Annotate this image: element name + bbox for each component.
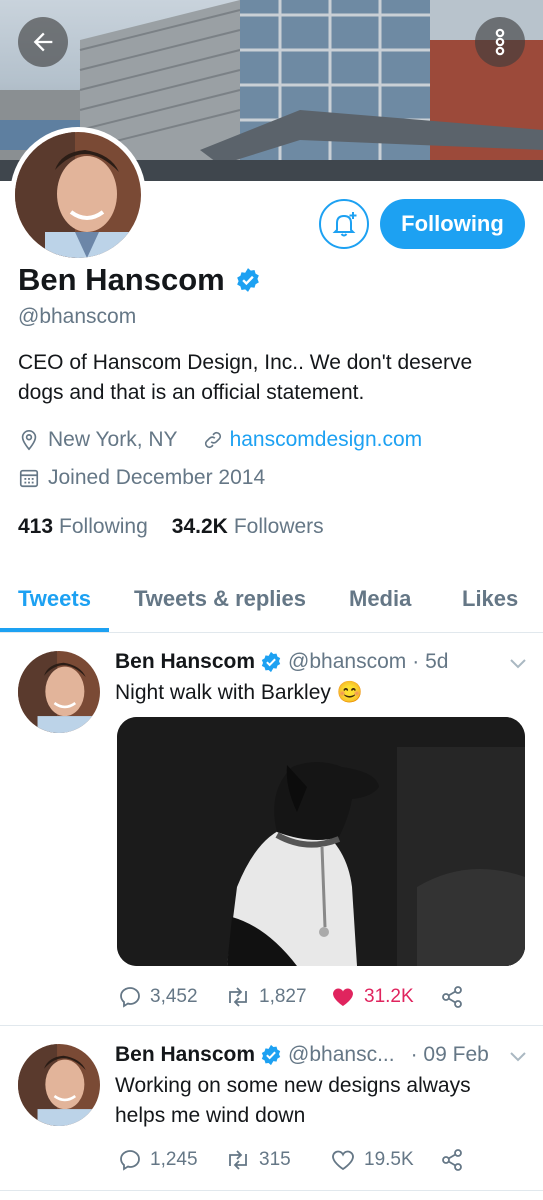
profile-meta-location-row: New York, NY hanscomdesign.com — [18, 428, 422, 452]
tab-tweets[interactable]: Tweets — [18, 586, 91, 612]
profile-name-row: Ben Hanscom — [18, 262, 261, 298]
tweet-text: Night walk with Barkley 😊 — [115, 681, 363, 704]
chevron-down-icon[interactable] — [508, 655, 528, 671]
tweet-timestamp: · 5d — [412, 650, 449, 673]
reply-icon — [120, 987, 140, 1008]
retweet-count: 1,827 — [259, 986, 307, 1007]
profile-name: Ben Hanscom — [18, 262, 225, 297]
avatar-photo — [15, 132, 141, 258]
tweet-divider — [0, 1190, 543, 1191]
reply-button[interactable]: 3,452 — [118, 985, 225, 1009]
more-options-button[interactable] — [475, 17, 525, 67]
tweet-author-avatar[interactable] — [18, 1044, 100, 1126]
tweet-actions: 1,245 315 19.5K — [118, 1148, 464, 1172]
active-tab-indicator — [0, 628, 109, 632]
profile-website-link[interactable]: hanscomdesign.com — [230, 428, 423, 452]
retweet-count: 315 — [259, 1149, 291, 1170]
tab-media[interactable]: Media — [349, 586, 411, 612]
verified-badge-icon — [236, 268, 259, 292]
share-icon[interactable] — [440, 1148, 464, 1172]
calendar-icon — [19, 469, 39, 488]
tweet-header: Ben Hanscom @bhansc... · 09 Feb — [115, 1043, 489, 1067]
following-count-link[interactable]: 413 Following — [18, 515, 148, 539]
retweet-icon — [229, 987, 247, 1007]
more-vertical-icon — [495, 28, 505, 56]
tab-tweets-replies[interactable]: Tweets & replies — [134, 586, 306, 612]
heart-icon — [332, 1150, 354, 1171]
profile-avatar[interactable] — [10, 127, 146, 263]
heart-filled-icon — [332, 988, 354, 1006]
followers-count-link[interactable]: 34.2K Followers — [172, 515, 324, 539]
tweet-header: Ben Hanscom @bhanscom · 5d — [115, 650, 448, 674]
back-button[interactable] — [18, 17, 68, 67]
verified-badge-icon — [261, 1044, 281, 1066]
chevron-down-icon[interactable] — [508, 1048, 528, 1064]
retweet-button[interactable]: 315 — [225, 1148, 330, 1172]
reply-icon — [120, 1150, 140, 1171]
reply-count: 1,245 — [150, 1149, 198, 1170]
tweet-author-name[interactable]: Ben Hanscom — [115, 1043, 255, 1067]
avatar-photo — [18, 651, 100, 733]
following-button[interactable]: Following — [380, 199, 525, 249]
like-button[interactable]: 19.5K — [330, 1148, 440, 1172]
dog-photo — [117, 717, 525, 966]
location-pin-icon — [21, 430, 37, 451]
followers-label: Followers — [233, 515, 324, 538]
tweet-author-name[interactable]: Ben Hanscom — [115, 650, 255, 674]
link-icon — [204, 431, 221, 449]
share-icon[interactable] — [440, 985, 464, 1009]
profile-bio: CEO of Hanscom Design, Inc.. We don't de… — [18, 351, 473, 404]
followers-count: 34.2K — [171, 515, 228, 538]
tweet-media-image[interactable] — [117, 717, 525, 966]
tweet-text: Working on some new designs always helps… — [115, 1074, 471, 1127]
following-label: Following — [59, 515, 148, 538]
tweet-author-handle: @bhansc... — [288, 1043, 395, 1066]
like-count: 31.2K — [364, 986, 414, 1007]
tweet-actions: 3,452 1,827 31.2K — [118, 985, 464, 1009]
like-count: 19.5K — [364, 1149, 414, 1170]
profile-joined-date: Joined December 2014 — [48, 466, 266, 489]
tweet-timestamp: · 09 Feb — [410, 1043, 489, 1066]
notifications-button[interactable] — [319, 199, 369, 249]
profile-counts: 413 Following 34.2K Followers — [18, 515, 324, 539]
reply-count: 3,452 — [150, 986, 198, 1007]
profile-location: New York, NY — [48, 428, 178, 451]
like-button[interactable]: 31.2K — [330, 985, 440, 1009]
profile-handle: @bhanscom — [18, 305, 137, 328]
tweet-author-handle: @bhanscom — [288, 650, 407, 673]
bell-plus-icon — [332, 212, 357, 237]
retweet-button[interactable]: 1,827 — [225, 985, 330, 1009]
following-count: 413 — [18, 515, 54, 538]
reply-button[interactable]: 1,245 — [118, 1148, 225, 1172]
profile-tabs: Tweets Tweets & replies Media Likes — [0, 572, 543, 633]
retweet-icon — [229, 1150, 247, 1170]
arrow-left-icon — [33, 32, 53, 52]
verified-badge-icon — [261, 651, 281, 673]
tab-likes[interactable]: Likes — [462, 586, 518, 612]
avatar-photo — [18, 1044, 100, 1126]
profile-meta-joined-row: Joined December 2014 — [18, 466, 265, 490]
tweet-item[interactable]: Ben Hanscom @bhansc... · 09 Feb Working … — [0, 1026, 543, 1200]
tweet-author-avatar[interactable] — [18, 651, 100, 733]
